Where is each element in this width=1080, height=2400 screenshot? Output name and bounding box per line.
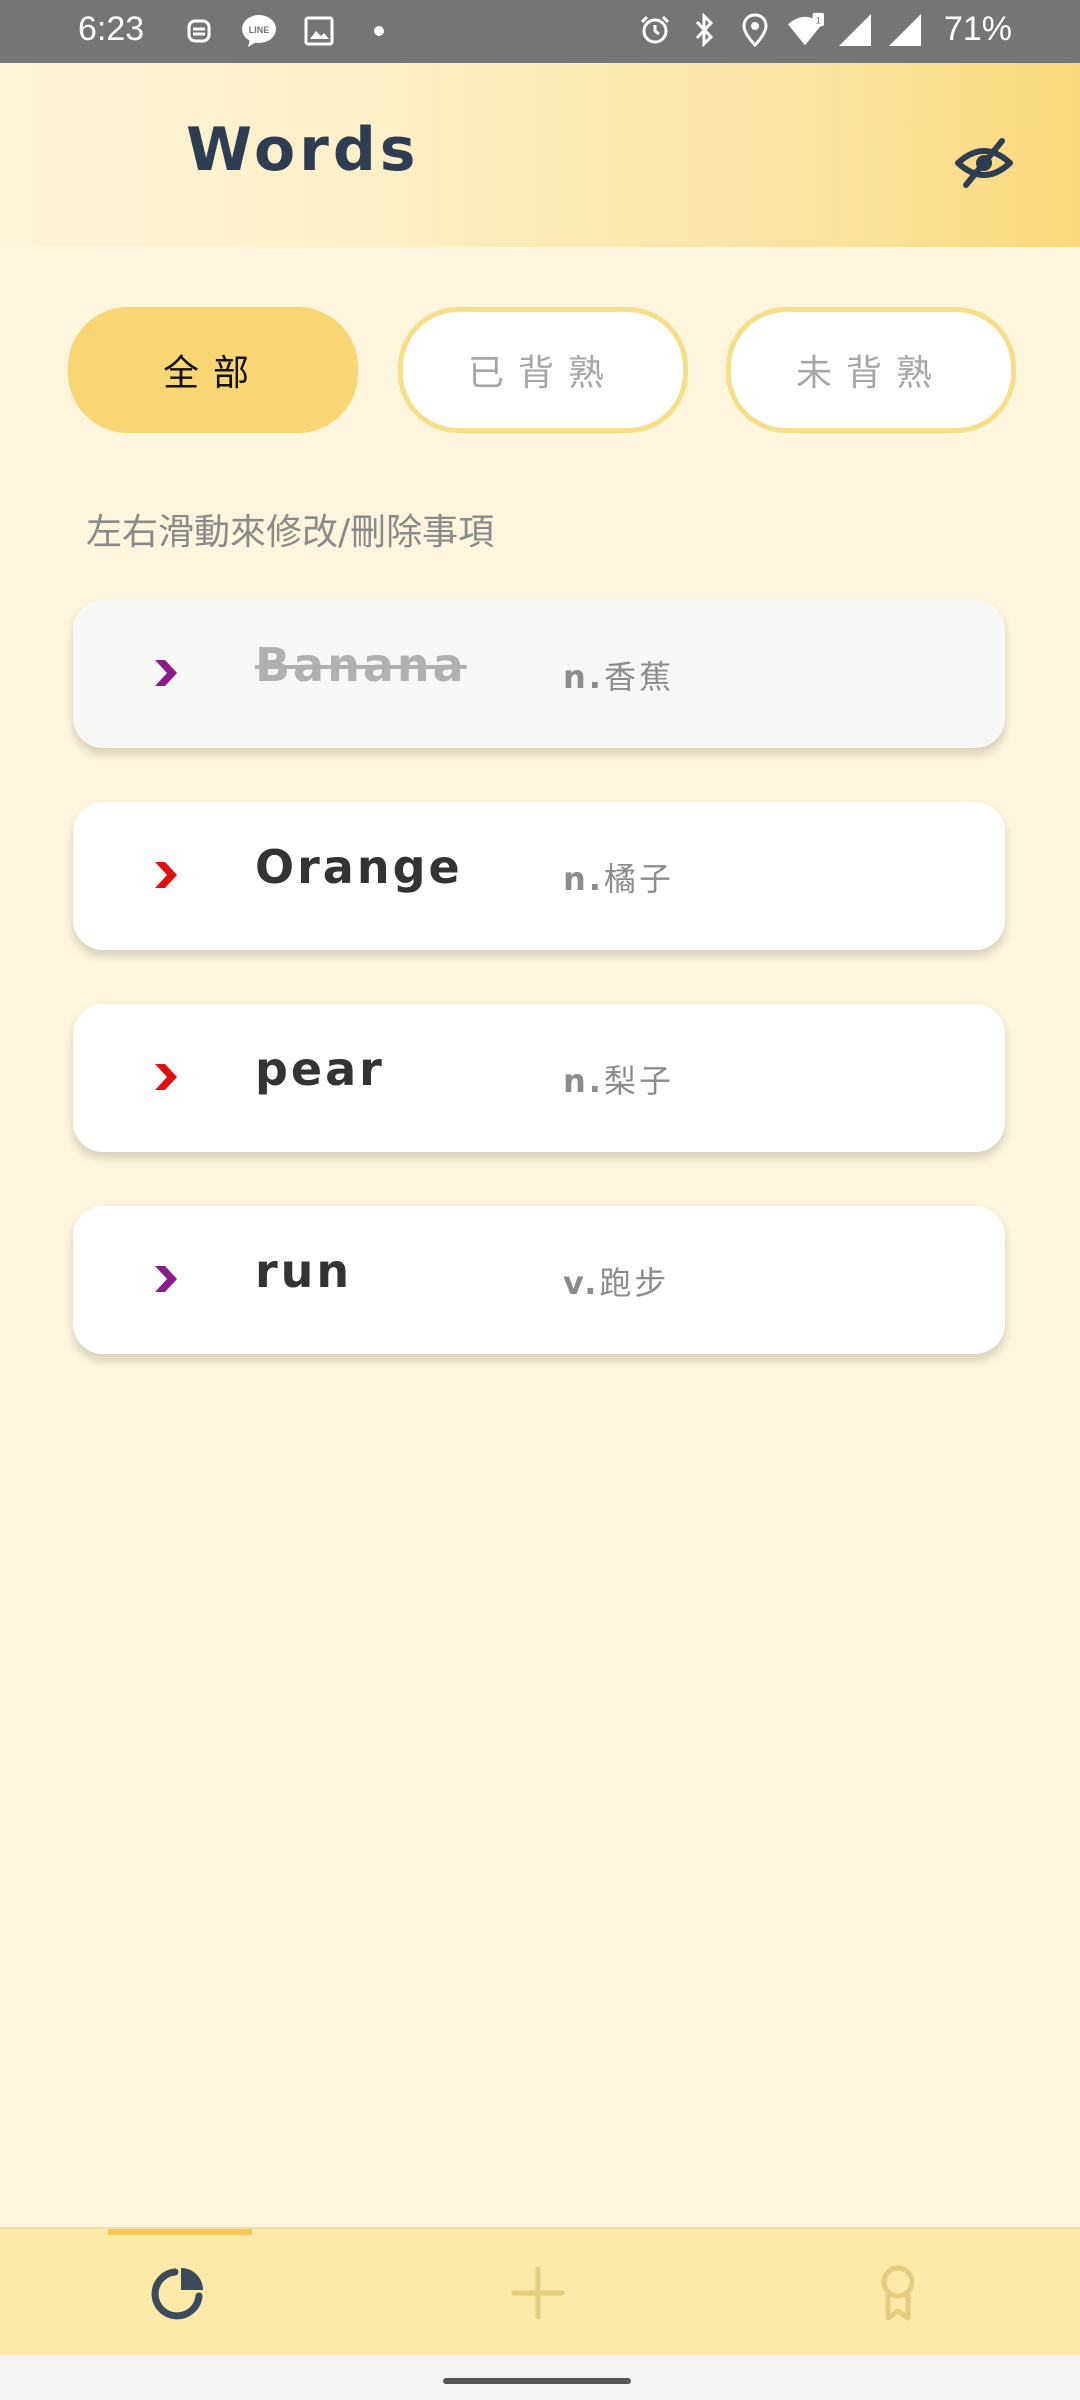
home-gesture-handle[interactable] (443, 2378, 631, 2384)
word-definition: n.香蕉 (563, 652, 674, 698)
svg-text:LINE: LINE (249, 25, 270, 35)
filter-all-label: 全部 (162, 353, 263, 394)
word-card[interactable]: Banana n.香蕉 (73, 600, 1005, 748)
filter-not-memorized-button[interactable]: 未背熟 (726, 307, 1016, 433)
word-text: run (255, 1244, 353, 1298)
nav-add-button[interactable] (498, 2253, 578, 2333)
word-meaning: 跑步 (599, 1264, 670, 1302)
filter-memorized-button[interactable]: 已背熟 (398, 307, 688, 433)
nav-achievements-button[interactable] (858, 2253, 938, 2333)
robot-notification-icon (180, 12, 218, 50)
word-meaning: 梨子 (603, 1062, 674, 1100)
part-of-speech: n. (563, 1062, 604, 1100)
toggle-visibility-button[interactable] (950, 129, 1018, 197)
filter-memorized-label: 已背熟 (467, 353, 618, 394)
swipe-hint: 左右滑動來修改/刪除事項 (86, 512, 495, 553)
filter-tabs: 全部 已背熟 未背熟 (68, 307, 1016, 433)
bottom-navigation (0, 2227, 1080, 2357)
part-of-speech: n. (563, 860, 604, 898)
gesture-bar (0, 2355, 1080, 2400)
alarm-icon (636, 11, 674, 49)
part-of-speech: n. (563, 658, 604, 696)
line-chat-icon: LINE (240, 12, 278, 50)
word-meaning: 香蕉 (603, 658, 674, 696)
status-bar: 6:23 LINE 1 71% (0, 0, 1080, 63)
chevron-right-icon (155, 862, 177, 888)
chevron-right-icon (155, 1266, 177, 1292)
active-tab-indicator (108, 2229, 252, 2235)
filter-not-memorized-label: 未背熟 (795, 353, 946, 394)
word-definition: n.橘子 (563, 854, 674, 900)
location-icon (736, 11, 774, 49)
pie-chart-icon (151, 2268, 203, 2320)
word-text: pear (255, 1042, 385, 1096)
svg-text:1: 1 (816, 15, 821, 26)
add-icon (511, 2266, 565, 2320)
award-icon (881, 2265, 915, 2321)
status-time: 6:23 (78, 10, 145, 48)
notification-icons: LINE (180, 12, 398, 50)
wifi-icon: 1 (786, 11, 824, 49)
word-definition: n.梨子 (563, 1056, 674, 1102)
app-header: Words (0, 63, 1080, 247)
word-meaning: 橘子 (603, 860, 674, 898)
dot-icon (360, 12, 398, 50)
signal-icon (836, 11, 874, 49)
system-icons: 1 71% (636, 10, 1012, 49)
word-card[interactable]: run v.跑步 (73, 1206, 1005, 1354)
bluetooth-icon (686, 11, 724, 49)
word-text: Banana (255, 638, 467, 692)
nav-stats-button[interactable] (138, 2253, 218, 2333)
gallery-icon (300, 12, 338, 50)
word-list: Banana n.香蕉 Orange n.橘子 pear n.梨子 run v.… (73, 600, 1005, 1408)
word-text: Orange (255, 840, 463, 894)
page-title: Words (186, 115, 420, 185)
battery-level: 71% (943, 10, 1012, 48)
chevron-right-icon (155, 660, 177, 686)
word-card[interactable]: pear n.梨子 (73, 1004, 1005, 1152)
chevron-right-icon (155, 1064, 177, 1090)
word-definition: v.跑步 (563, 1258, 669, 1304)
word-card[interactable]: Orange n.橘子 (73, 802, 1005, 950)
signal-icon (886, 11, 924, 49)
part-of-speech: v. (563, 1264, 600, 1302)
filter-all-button[interactable]: 全部 (68, 307, 358, 433)
eye-off-icon (955, 138, 1013, 188)
